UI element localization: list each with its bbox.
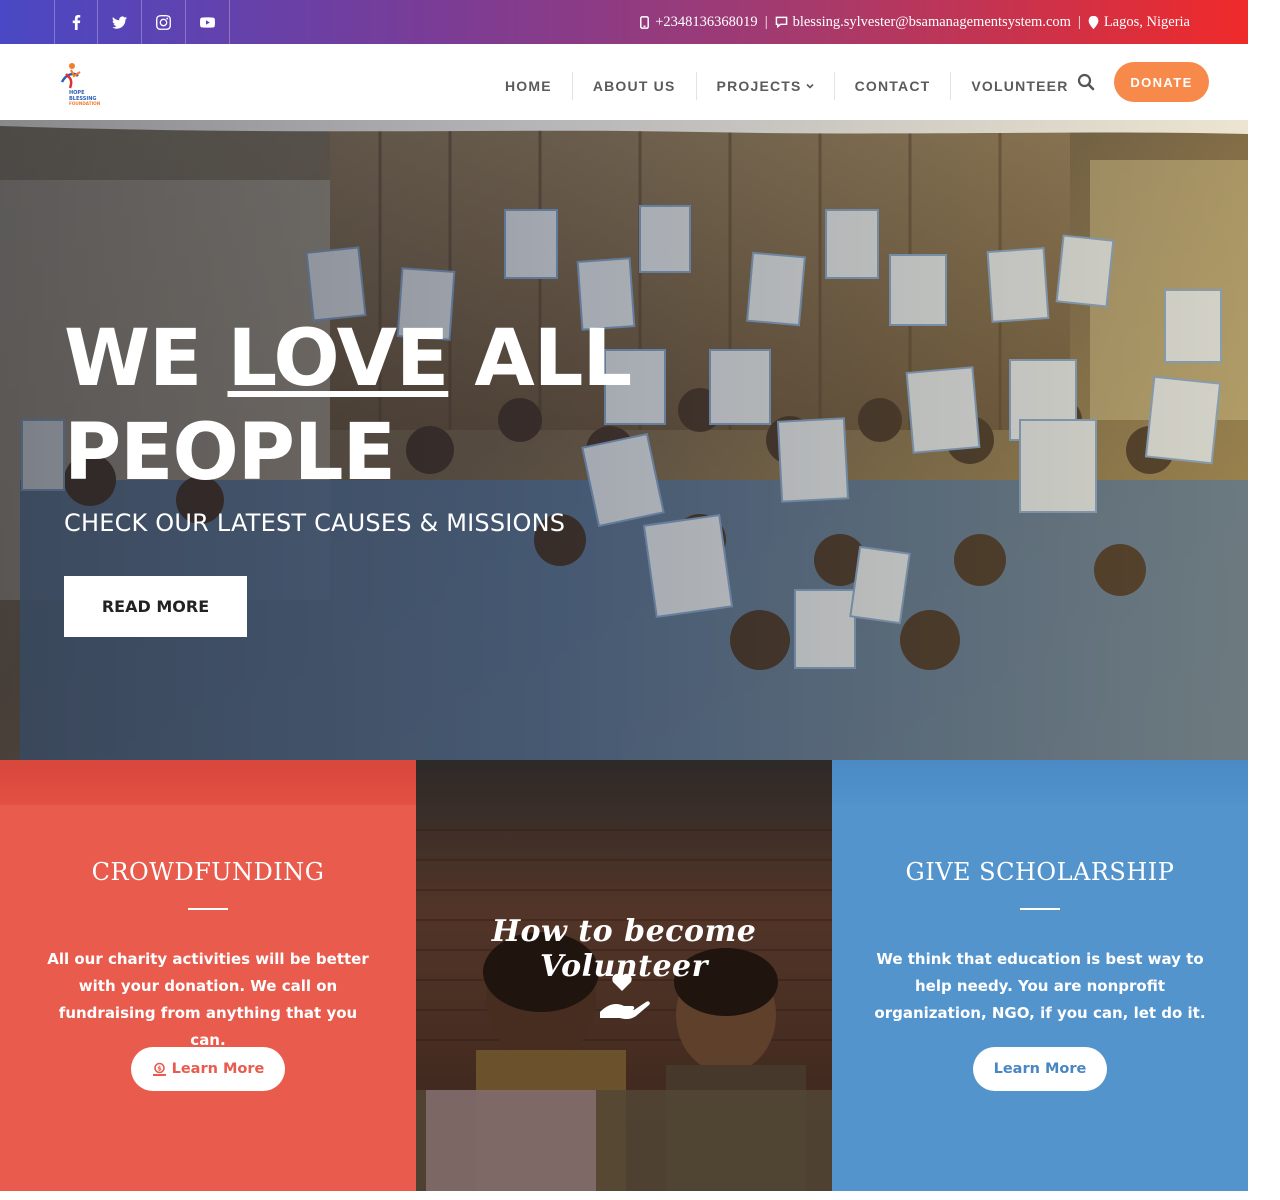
scholarship-panel: GIVE SCHOLARSHIP We think that education… — [832, 760, 1248, 1191]
chevron-down-icon — [806, 83, 814, 89]
facebook-icon — [72, 14, 80, 30]
heart-in-hand-icon — [600, 973, 650, 1020]
site-logo[interactable]: HOPE BLESSING FOUNDATION — [56, 60, 106, 108]
youtube-link[interactable] — [186, 0, 230, 44]
svg-text:$: $ — [157, 1064, 162, 1072]
instagram-link[interactable] — [142, 0, 186, 44]
instagram-icon — [156, 14, 171, 30]
panel-top-band — [832, 760, 1248, 805]
social-links — [54, 0, 230, 44]
location: Lagos, Nigeria — [1103, 13, 1190, 30]
nav-projects-label: PROJECTS — [716, 78, 802, 94]
nav-about-label: ABOUT US — [592, 78, 676, 94]
volunteer-panel[interactable]: How to become Volunteer — [416, 760, 832, 1191]
location-pin-icon — [1088, 15, 1099, 29]
scholarship-text: We think that education is best way to h… — [874, 950, 1206, 1022]
search-icon — [1077, 73, 1095, 91]
learn-more-label: Learn More — [993, 1061, 1087, 1077]
primary-nav: HOME ABOUT US PROJECTS CONTACT VOLUNTEER — [485, 72, 1089, 100]
nav-contact-label: CONTACT — [854, 78, 931, 94]
contact-info: +2348136368019 | blessing.sylvester@bsam… — [639, 0, 1190, 44]
donate-button[interactable]: DONATE — [1114, 62, 1209, 102]
nav-home[interactable]: HOME — [485, 72, 573, 100]
hero-subtitle: CHECK OUR LATEST CAUSES & MISSIONS — [64, 509, 566, 537]
page: +2348136368019 | blessing.sylvester@bsam… — [0, 0, 1248, 1191]
phone-icon — [639, 15, 650, 29]
crowdfunding-panel: CROWDFUNDING All our charity activities … — [0, 760, 416, 1191]
youtube-icon — [200, 16, 215, 28]
read-more-button[interactable]: READ MORE — [64, 576, 247, 637]
learn-more-label: Learn More — [171, 1061, 265, 1077]
crowdfunding-text: All our charity activities will be bette… — [47, 950, 369, 1049]
title-divider — [188, 908, 228, 910]
nav-about-us[interactable]: ABOUT US — [573, 72, 697, 100]
email-address[interactable]: blessing.sylvester@bsamanagementsystem.c… — [793, 14, 1071, 31]
hero-title: WE LOVE ALL PEOPLE — [64, 312, 764, 500]
nav-home-label: HOME — [505, 78, 552, 94]
feature-panels: CROWDFUNDING All our charity activities … — [0, 760, 1248, 1191]
scholarship-learn-more-button[interactable]: Learn More — [973, 1047, 1107, 1091]
twitter-link[interactable] — [98, 0, 142, 44]
hero-title-pre: WE — [64, 314, 228, 404]
separator: | — [764, 13, 768, 30]
twitter-icon — [112, 15, 127, 29]
phone-number[interactable]: +2348136368019 — [655, 14, 757, 31]
money-hand-icon: $ — [152, 1062, 166, 1076]
chat-icon — [775, 16, 788, 28]
main-navbar: HOPE BLESSING FOUNDATION HOME ABOUT US P… — [0, 44, 1248, 124]
nav-volunteer[interactable]: VOLUNTEER — [951, 72, 1088, 100]
hero-title-love: LOVE — [227, 314, 449, 404]
search-button[interactable] — [1074, 70, 1098, 94]
title-divider — [1020, 908, 1060, 910]
nav-projects[interactable]: PROJECTS — [697, 72, 835, 100]
crowdfunding-title: CROWDFUNDING — [91, 858, 325, 886]
nav-contact[interactable]: CONTACT — [835, 72, 952, 100]
hero-banner: WE LOVE ALL PEOPLE CHECK OUR LATEST CAUS… — [0, 120, 1248, 760]
scholarship-title: GIVE SCHOLARSHIP — [905, 858, 1175, 886]
facebook-link[interactable] — [54, 0, 98, 44]
crowdfunding-learn-more-button[interactable]: $ Learn More — [131, 1047, 285, 1091]
separator: | — [1077, 13, 1081, 30]
foundation-logo: HOPE BLESSING FOUNDATION — [60, 63, 101, 106]
top-bar: +2348136368019 | blessing.sylvester@bsam… — [0, 0, 1248, 44]
logo-text-foundation: FOUNDATION — [69, 101, 101, 106]
panel-top-band — [0, 760, 416, 805]
nav-volunteer-label: VOLUNTEER — [971, 78, 1069, 94]
